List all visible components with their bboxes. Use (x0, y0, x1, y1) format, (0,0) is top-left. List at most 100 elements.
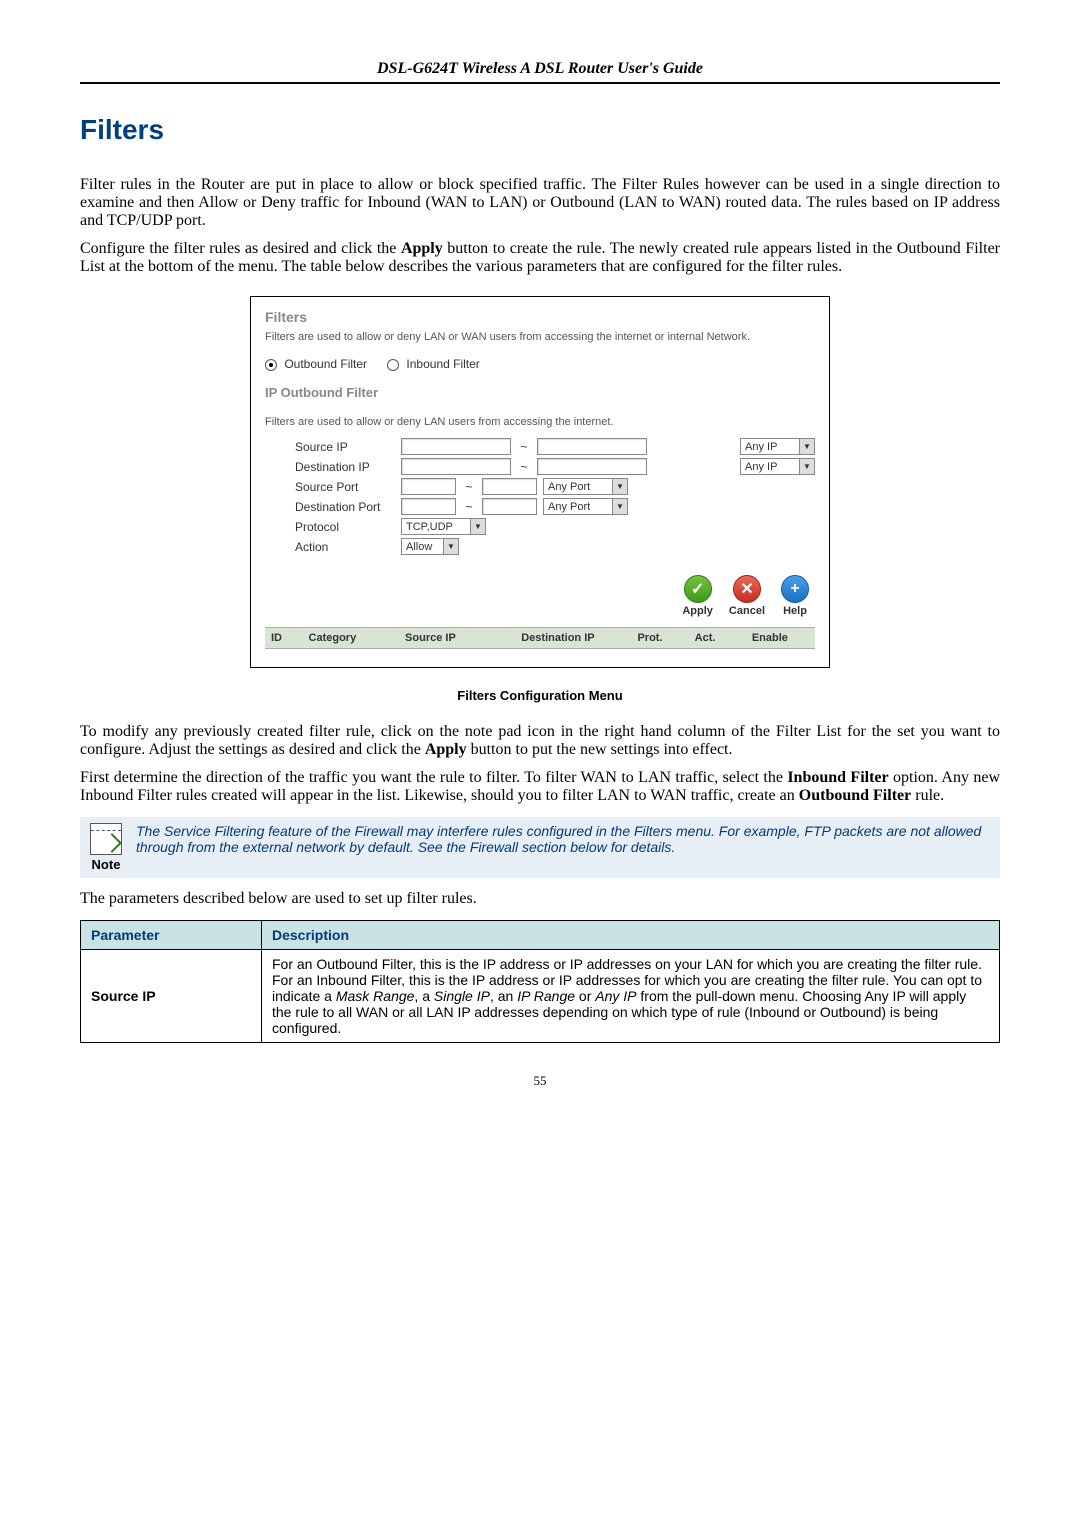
label-action: Action (295, 540, 395, 554)
plus-icon: + (781, 575, 809, 603)
param-name: Source IP (81, 950, 262, 1043)
col-enable: Enable (752, 632, 809, 644)
help-button[interactable]: + Help (781, 575, 809, 617)
input-dest-ip-to[interactable] (537, 458, 647, 475)
check-icon: ✓ (684, 575, 712, 603)
radio-inbound-label: Inbound Filter (406, 357, 479, 371)
page-header: DSL-G624T Wireless A DSL Router User's G… (80, 60, 1000, 84)
desc-italic-ip-range: IP Range (517, 988, 575, 1004)
p4-outbound-bold: Outbound Filter (799, 787, 911, 804)
radio-outbound-label: Outbound Filter (284, 357, 367, 371)
input-source-port-to[interactable] (482, 478, 537, 495)
close-icon: ✕ (733, 575, 761, 603)
input-dest-ip-from[interactable] (401, 458, 511, 475)
note-text: The Service Filtering feature of the Fir… (136, 823, 990, 855)
dropdown-protocol-value: TCP,UDP (406, 521, 453, 533)
dropdown-source-port-value: Any Port (548, 481, 590, 493)
input-source-ip-from[interactable] (401, 438, 511, 455)
dropdown-source-ip-mode[interactable]: Any IP ▼ (740, 438, 815, 455)
col-id: ID (271, 632, 309, 644)
dropdown-dest-ip-mode[interactable]: Any IP ▼ (740, 458, 815, 475)
filters-config-screenshot: Filters Filters are used to allow or den… (250, 296, 830, 668)
sep-tilde-4: ~ (462, 500, 476, 514)
col-act: Act. (695, 632, 752, 644)
note-box: Note The Service Filtering feature of th… (80, 817, 1000, 878)
label-destination-ip: Destination IP (295, 460, 395, 474)
label-source-port: Source Port (295, 480, 395, 494)
apply-button[interactable]: ✓ Apply (682, 575, 713, 617)
p4-text-c: rule. (911, 787, 944, 804)
p3-apply-bold: Apply (425, 741, 467, 758)
dropdown-dest-port-mode[interactable]: Any Port ▼ (543, 498, 628, 515)
dropdown-action-value: Allow (406, 541, 432, 553)
col-description: Description (262, 921, 1000, 950)
p4-inbound-bold: Inbound Filter (787, 769, 888, 786)
notepad-icon (90, 823, 122, 855)
label-source-ip: Source IP (295, 440, 395, 454)
label-destination-port: Destination Port (295, 500, 395, 514)
p3-text-b: button to put the new settings into effe… (467, 741, 733, 758)
chevron-down-icon: ▼ (612, 479, 627, 494)
note-label: Note (90, 857, 122, 872)
cancel-label: Cancel (729, 605, 765, 617)
dropdown-source-ip-value: Any IP (745, 441, 777, 453)
section-heading-filters: Filters (80, 114, 1000, 146)
radio-inbound[interactable] (387, 359, 399, 371)
panel-title: Filters (265, 309, 815, 325)
cancel-button[interactable]: ✕ Cancel (729, 575, 765, 617)
intro-paragraph-1: Filter rules in the Router are put in pl… (80, 176, 1000, 230)
desc-part: , an (490, 988, 517, 1004)
row-destination-ip: Destination IP ~ Any IP ▼ (265, 458, 815, 475)
page-number: 55 (80, 1073, 1000, 1089)
label-protocol: Protocol (295, 520, 395, 534)
input-dest-port-to[interactable] (482, 498, 537, 515)
col-category: Category (309, 632, 406, 644)
parameter-table: Parameter Description Source IP For an O… (80, 920, 1000, 1043)
chevron-down-icon: ▼ (443, 539, 458, 554)
row-protocol: Protocol TCP,UDP ▼ (265, 518, 815, 535)
desc-part: or (575, 988, 595, 1004)
radio-outbound[interactable] (265, 359, 277, 371)
input-dest-port-from[interactable] (401, 498, 456, 515)
desc-italic-mask-range: Mask Range (336, 988, 415, 1004)
row-source-ip: Source IP ~ Any IP ▼ (265, 438, 815, 455)
direction-paragraph: First determine the direction of the tra… (80, 769, 1000, 805)
figure-caption: Filters Configuration Menu (80, 688, 1000, 703)
modify-paragraph: To modify any previously created filter … (80, 723, 1000, 759)
row-source-port: Source Port ~ Any Port ▼ (265, 478, 815, 495)
ip-outbound-desc: Filters are used to allow or deny LAN us… (265, 416, 815, 428)
row-destination-port: Destination Port ~ Any Port ▼ (265, 498, 815, 515)
dropdown-action[interactable]: Allow ▼ (401, 538, 459, 555)
apply-label: Apply (682, 605, 713, 617)
intro-paragraph-2: Configure the filter rules as desired an… (80, 240, 1000, 276)
desc-italic-single-ip: Single IP (434, 988, 490, 1004)
p4-text-a: First determine the direction of the tra… (80, 769, 787, 786)
dropdown-protocol[interactable]: TCP,UDP ▼ (401, 518, 486, 535)
help-label: Help (783, 605, 807, 617)
col-prot: Prot. (637, 632, 694, 644)
desc-italic-any-ip: Any IP (595, 988, 636, 1004)
params-intro: The parameters described below are used … (80, 890, 1000, 908)
sep-tilde-2: ~ (517, 460, 531, 474)
col-source-ip: Source IP (405, 632, 521, 644)
input-source-ip-to[interactable] (537, 438, 647, 455)
note-icon-col: Note (90, 823, 122, 872)
filter-direction-radios: Outbound Filter Inbound Filter (265, 357, 815, 371)
col-parameter: Parameter (81, 921, 262, 950)
filter-list-header: ID Category Source IP Destination IP Pro… (265, 627, 815, 649)
chevron-down-icon: ▼ (470, 519, 485, 534)
panel-desc: Filters are used to allow or deny LAN or… (265, 331, 815, 343)
p2-text-a: Configure the filter rules as desired an… (80, 240, 401, 257)
row-action: Action Allow ▼ (265, 538, 815, 555)
dropdown-dest-port-value: Any Port (548, 501, 590, 513)
sep-tilde: ~ (517, 440, 531, 454)
actions-row: ✓ Apply ✕ Cancel + Help (265, 575, 809, 617)
desc-part: , a (414, 988, 433, 1004)
sep-tilde-3: ~ (462, 480, 476, 494)
dropdown-source-port-mode[interactable]: Any Port ▼ (543, 478, 628, 495)
input-source-port-from[interactable] (401, 478, 456, 495)
chevron-down-icon: ▼ (799, 439, 814, 454)
chevron-down-icon: ▼ (799, 459, 814, 474)
dropdown-dest-ip-value: Any IP (745, 461, 777, 473)
ip-outbound-heading: IP Outbound Filter (265, 385, 815, 400)
